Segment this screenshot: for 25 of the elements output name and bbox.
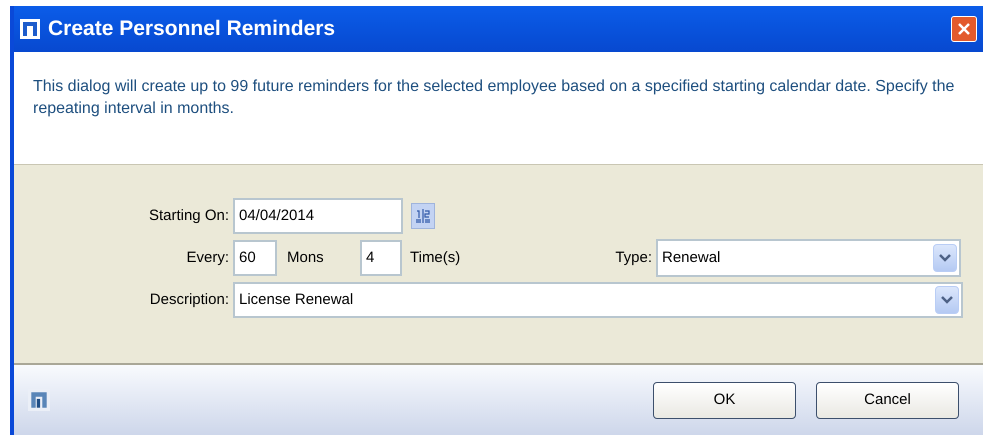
dropdown-button[interactable] xyxy=(933,244,957,272)
date-field[interactable]: 04/04/2014 xyxy=(233,198,403,234)
app-logo-icon xyxy=(28,389,50,411)
chevron-down-icon xyxy=(941,296,953,304)
dropdown-button[interactable] xyxy=(935,286,959,314)
description-dropdown[interactable]: License Renewal xyxy=(233,282,963,318)
intro-text: This dialog will create up to 99 future reminders for the selected employee based on a specified starting calendar date. Specify the repeating interval in months. xyxy=(33,77,956,119)
app-logo-icon xyxy=(20,19,40,39)
type-dropdown[interactable]: Renewal xyxy=(656,239,961,277)
dialog-button[interactable]: OK xyxy=(653,382,796,418)
field-label: Description: xyxy=(148,290,230,310)
field-label: Type: xyxy=(614,248,653,268)
count-field[interactable]: 4 xyxy=(360,240,402,276)
calendar-icon xyxy=(414,208,432,224)
calendar-button[interactable] xyxy=(411,203,435,229)
window-title: Create Personnel Reminders xyxy=(48,16,336,42)
unit-label: Mons xyxy=(287,248,325,268)
dialog-button[interactable]: Cancel xyxy=(816,382,959,418)
close-button[interactable] xyxy=(951,16,977,42)
unit-label: Time(s) xyxy=(410,248,462,268)
close-icon xyxy=(957,22,971,36)
field-label: Every: xyxy=(185,248,230,268)
interval-field[interactable]: 60 xyxy=(233,240,277,276)
field-label: Starting On: xyxy=(148,206,230,226)
chevron-down-icon xyxy=(939,254,951,262)
